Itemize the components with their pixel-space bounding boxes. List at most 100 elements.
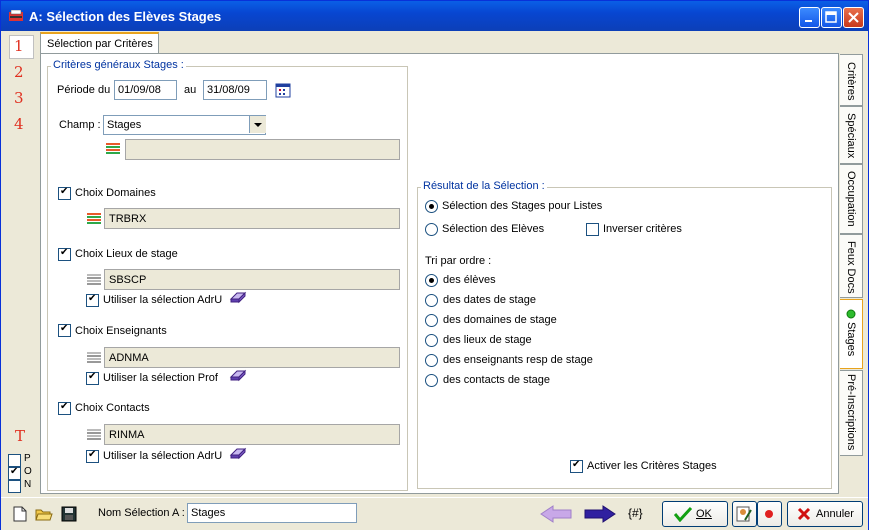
domaines-label: Choix Domaines [75, 187, 156, 199]
title-bar: A: Sélection des Elèves Stages [1, 1, 868, 31]
letter-t[interactable]: T [15, 427, 25, 445]
lieux-use-label: Utiliser la sélection AdrU [103, 294, 223, 306]
domaines-field: TRBRX [104, 208, 400, 229]
vtab-criteres[interactable]: Critères [840, 54, 863, 106]
sort-radio[interactable] [425, 314, 438, 327]
contacts-checkbox[interactable] [58, 401, 71, 415]
new-document-icon[interactable] [13, 506, 27, 522]
eraser-icon[interactable] [229, 368, 247, 382]
lieux-checkbox[interactable] [58, 247, 71, 261]
annuler-button[interactable]: Annuler [787, 501, 863, 527]
enseignants-label: Choix Enseignants [75, 325, 167, 337]
sort-option-label: des enseignants resp de stage [443, 354, 593, 366]
checkbox-n[interactable] [8, 480, 21, 493]
page-number-3[interactable]: 3 [14, 89, 24, 107]
green-dot-icon [846, 309, 856, 319]
nom-selection-label: Nom Sélection A : [98, 507, 185, 519]
tri-label: Tri par ordre : [425, 255, 492, 267]
bottom-toolbar: Nom Sélection A : Stages {#} OK Annuler [1, 497, 868, 530]
vtab-stages[interactable]: Stages [840, 299, 863, 369]
arrow-left-icon[interactable] [539, 504, 573, 524]
save-icon[interactable] [61, 506, 77, 522]
result-group-title: Résultat de la Sélection : [421, 180, 547, 192]
inverser-checkbox[interactable] [586, 223, 599, 236]
radio-stages-label: Sélection des Stages pour Listes [442, 200, 603, 212]
page-number-4[interactable]: 4 [14, 115, 24, 133]
lieux-list-icon[interactable] [87, 273, 101, 287]
maximize-button[interactable] [821, 7, 842, 28]
contacts-list-icon[interactable] [87, 428, 101, 442]
champ-detail-field [125, 139, 400, 160]
contacts-use-label: Utiliser la sélection AdrU [103, 450, 223, 462]
page-number-2[interactable]: 2 [14, 63, 24, 81]
enseignants-checkbox[interactable] [58, 323, 71, 337]
eraser-icon[interactable] [229, 290, 247, 304]
lieux-use-checkbox[interactable] [86, 293, 99, 307]
arrow-right-icon[interactable] [583, 504, 617, 524]
radio-eleves-label: Sélection des Elèves [442, 223, 545, 235]
contacts-use-checkbox[interactable] [86, 449, 99, 463]
hash-button[interactable]: {#} [628, 506, 643, 520]
minimize-button[interactable] [799, 7, 820, 28]
sort-option-label: des lieux de stage [443, 334, 532, 346]
sort-option-label: des domaines de stage [443, 314, 557, 326]
checkbox-o[interactable] [8, 466, 21, 480]
lieux-label: Choix Lieux de stage [75, 248, 178, 260]
window-title: A: Sélection des Elèves Stages [29, 9, 222, 24]
radio-stages[interactable] [425, 200, 438, 213]
tab-pane: Critères généraux Stages : Période du 01… [40, 53, 839, 494]
checkmark-icon [674, 506, 692, 522]
sort-radio[interactable] [425, 294, 438, 307]
sort-option-label: des dates de stage [443, 294, 536, 306]
champ-select[interactable]: Stages [103, 115, 266, 135]
sort-radio[interactable] [425, 354, 438, 367]
lieux-field: SBSCP [104, 269, 400, 290]
list-icon[interactable] [106, 142, 120, 156]
edit-button[interactable] [732, 501, 757, 527]
content-area: 1 2 3 4 T P O N Sélection par Critères C… [4, 32, 865, 495]
champ-label: Champ : [59, 119, 101, 131]
label-p: P [24, 453, 31, 464]
radio-eleves[interactable] [425, 223, 438, 236]
activer-label: Activer les Critères Stages [587, 460, 717, 472]
periode-label: Période du [57, 84, 111, 96]
vtab-feux-docs[interactable]: Feux Docs [840, 234, 863, 298]
chevron-down-icon[interactable] [249, 116, 266, 133]
enseignants-list-icon[interactable] [87, 351, 101, 365]
page-number-1[interactable]: 1 [14, 37, 24, 55]
vtab-speciaux[interactable]: Spéciaux [840, 106, 863, 164]
vtab-pre-inscriptions[interactable]: Pré-Inscriptions [840, 370, 863, 456]
contacts-label: Choix Contacts [75, 402, 150, 414]
date-from-field[interactable]: 01/09/08 [114, 80, 177, 100]
vtab-occupation[interactable]: Occupation [840, 164, 863, 234]
enseignants-field: ADNMA [104, 347, 400, 368]
ok-button[interactable]: OK [662, 501, 728, 527]
au-label: au [184, 84, 197, 96]
record-button[interactable] [757, 501, 782, 527]
contacts-field: RINMA [104, 424, 400, 445]
cancel-x-icon [797, 507, 811, 521]
enseignants-use-label: Utiliser la sélection Prof [103, 372, 218, 384]
activer-checkbox[interactable] [570, 459, 583, 473]
nom-selection-input[interactable]: Stages [187, 503, 357, 523]
sort-radio[interactable] [425, 274, 438, 287]
inverser-label: Inverser critères [603, 223, 682, 235]
sort-option-label: des élèves [443, 274, 496, 286]
tab-label: Sélection par Critères [47, 38, 153, 50]
sort-radio[interactable] [425, 334, 438, 347]
sort-option-label: des contacts de stage [443, 374, 551, 386]
person-edit-icon [736, 506, 752, 522]
close-button[interactable] [843, 7, 864, 28]
tab-selection-criteres[interactable]: Sélection par Critères [40, 32, 159, 55]
label-n: N [24, 479, 32, 490]
date-to-field[interactable]: 31/08/09 [203, 80, 267, 100]
open-folder-icon[interactable] [35, 506, 53, 522]
domaines-checkbox[interactable] [58, 186, 71, 200]
eraser-icon[interactable] [229, 446, 247, 460]
sort-radio[interactable] [425, 374, 438, 387]
label-o: O [24, 466, 32, 477]
criteria-group-title: Critères généraux Stages : [51, 59, 186, 71]
calendar-icon[interactable] [275, 82, 291, 98]
domaines-list-icon[interactable] [87, 212, 101, 226]
enseignants-use-checkbox[interactable] [86, 371, 99, 385]
